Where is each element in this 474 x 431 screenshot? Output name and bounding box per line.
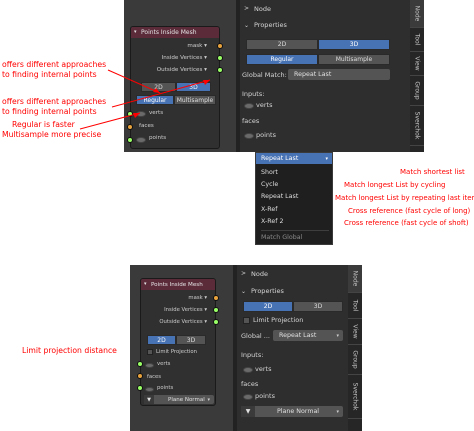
arrow-approaches-2 xyxy=(111,79,211,108)
arrow-regular xyxy=(79,112,141,130)
arrowhead xyxy=(203,80,210,85)
arrowhead xyxy=(133,113,140,118)
arrow-approaches-1 xyxy=(107,69,161,94)
annotation-arrows xyxy=(79,69,211,130)
